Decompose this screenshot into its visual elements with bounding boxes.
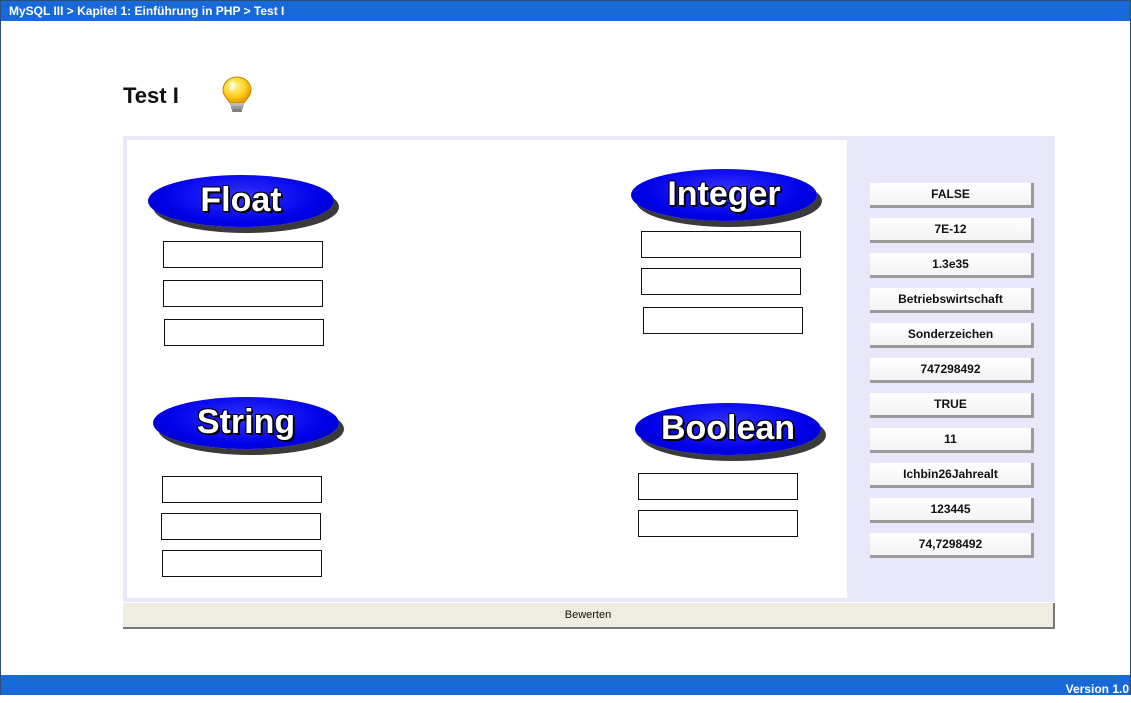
drop-slot-boolean-2[interactable] xyxy=(638,510,798,537)
version-label: Version 1.0 xyxy=(1,675,1130,696)
draggable-item[interactable]: Betriebswirtschaft xyxy=(870,288,1034,313)
draggable-item[interactable]: Ichbin26Jahrealt xyxy=(870,463,1034,488)
draggable-item[interactable]: 74,7298492 xyxy=(870,533,1034,558)
drop-slot-string-2[interactable] xyxy=(161,513,321,540)
category-float: Float xyxy=(148,175,334,227)
category-integer: Integer xyxy=(631,169,817,221)
lightbulb-icon xyxy=(222,76,252,112)
exercise-panel: Float Integer String Boolean FALSE 7E-12… xyxy=(123,136,1055,602)
draggable-item[interactable]: 123445 xyxy=(870,498,1034,523)
page-title: Test I xyxy=(123,83,179,108)
drop-slot-integer-1[interactable] xyxy=(641,231,801,258)
drop-slot-integer-3[interactable] xyxy=(643,307,803,334)
drop-slot-string-1[interactable] xyxy=(162,476,322,503)
draggable-item[interactable]: FALSE xyxy=(870,183,1034,208)
draggable-item[interactable]: 11 xyxy=(870,428,1034,453)
drop-slot-string-3[interactable] xyxy=(162,550,322,577)
breadcrumb: MySQL III > Kapitel 1: Einführung in PHP… xyxy=(1,1,1130,21)
drop-slot-float-3[interactable] xyxy=(164,319,324,346)
drop-slot-float-1[interactable] xyxy=(163,241,323,268)
draggable-item[interactable]: 747298492 xyxy=(870,358,1034,383)
evaluate-button[interactable]: Bewerten xyxy=(123,603,1055,629)
drop-slot-boolean-1[interactable] xyxy=(638,473,798,500)
draggable-item[interactable]: TRUE xyxy=(870,393,1034,418)
category-string: String xyxy=(153,397,339,449)
draggable-item[interactable]: 7E-12 xyxy=(870,218,1034,243)
drop-area: Float Integer String Boolean xyxy=(127,140,847,598)
drop-slot-integer-2[interactable] xyxy=(641,268,801,295)
category-boolean: Boolean xyxy=(635,403,821,455)
draggable-item[interactable]: 1.3e35 xyxy=(870,253,1034,278)
drop-slot-float-2[interactable] xyxy=(163,280,323,307)
draggable-item[interactable]: Sonderzeichen xyxy=(870,323,1034,348)
